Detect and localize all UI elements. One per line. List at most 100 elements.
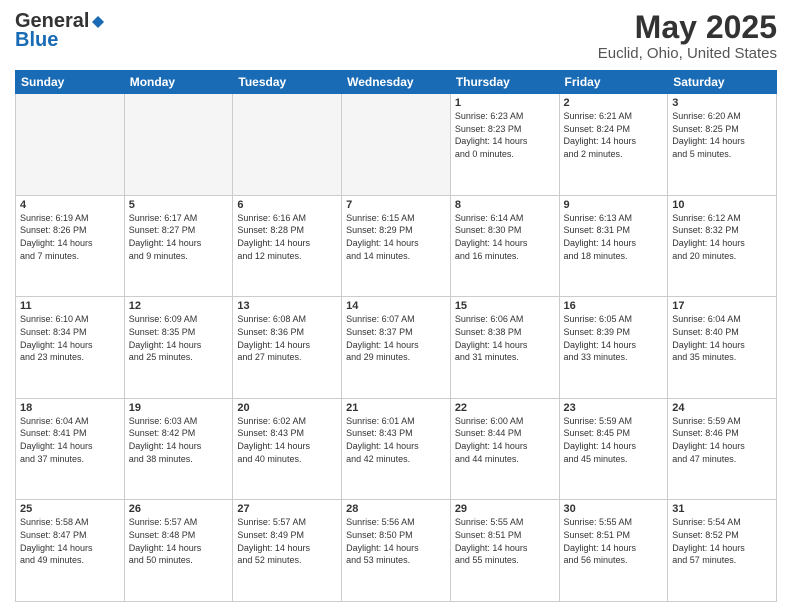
day-info: Sunrise: 6:03 AM Sunset: 8:42 PM Dayligh… (129, 415, 229, 465)
day-number: 26 (129, 503, 229, 515)
day-number: 12 (129, 300, 229, 312)
day-number: 27 (237, 503, 337, 515)
calendar-cell: 11Sunrise: 6:10 AM Sunset: 8:34 PM Dayli… (16, 297, 125, 399)
calendar-cell: 25Sunrise: 5:58 AM Sunset: 8:47 PM Dayli… (16, 500, 125, 602)
day-info: Sunrise: 6:19 AM Sunset: 8:26 PM Dayligh… (20, 212, 120, 262)
calendar-cell (233, 94, 342, 196)
calendar-cell: 30Sunrise: 5:55 AM Sunset: 8:51 PM Dayli… (559, 500, 668, 602)
day-info: Sunrise: 6:02 AM Sunset: 8:43 PM Dayligh… (237, 415, 337, 465)
day-info: Sunrise: 5:55 AM Sunset: 8:51 PM Dayligh… (455, 516, 555, 566)
day-number: 13 (237, 300, 337, 312)
day-number: 16 (564, 300, 664, 312)
day-number: 7 (346, 199, 446, 211)
day-number: 14 (346, 300, 446, 312)
day-info: Sunrise: 5:55 AM Sunset: 8:51 PM Dayligh… (564, 516, 664, 566)
logo: General Blue (15, 10, 107, 52)
day-number: 24 (672, 402, 772, 414)
calendar-cell: 1Sunrise: 6:23 AM Sunset: 8:23 PM Daylig… (450, 94, 559, 196)
day-info: Sunrise: 6:01 AM Sunset: 8:43 PM Dayligh… (346, 415, 446, 465)
day-number: 3 (672, 97, 772, 109)
day-number: 10 (672, 199, 772, 211)
week-row-3: 11Sunrise: 6:10 AM Sunset: 8:34 PM Dayli… (16, 297, 777, 399)
week-row-4: 18Sunrise: 6:04 AM Sunset: 8:41 PM Dayli… (16, 398, 777, 500)
day-number: 8 (455, 199, 555, 211)
col-header-thursday: Thursday (450, 71, 559, 94)
day-info: Sunrise: 6:07 AM Sunset: 8:37 PM Dayligh… (346, 313, 446, 363)
day-info: Sunrise: 5:56 AM Sunset: 8:50 PM Dayligh… (346, 516, 446, 566)
day-info: Sunrise: 5:59 AM Sunset: 8:46 PM Dayligh… (672, 415, 772, 465)
calendar-cell: 17Sunrise: 6:04 AM Sunset: 8:40 PM Dayli… (668, 297, 777, 399)
day-number: 18 (20, 402, 120, 414)
col-header-wednesday: Wednesday (342, 71, 451, 94)
day-number: 2 (564, 97, 664, 109)
calendar-cell: 16Sunrise: 6:05 AM Sunset: 8:39 PM Dayli… (559, 297, 668, 399)
col-header-tuesday: Tuesday (233, 71, 342, 94)
col-header-sunday: Sunday (16, 71, 125, 94)
day-number: 5 (129, 199, 229, 211)
day-info: Sunrise: 5:58 AM Sunset: 8:47 PM Dayligh… (20, 516, 120, 566)
day-info: Sunrise: 6:13 AM Sunset: 8:31 PM Dayligh… (564, 212, 664, 262)
calendar-cell: 9Sunrise: 6:13 AM Sunset: 8:31 PM Daylig… (559, 195, 668, 297)
day-info: Sunrise: 6:21 AM Sunset: 8:24 PM Dayligh… (564, 110, 664, 160)
day-number: 9 (564, 199, 664, 211)
day-number: 19 (129, 402, 229, 414)
day-info: Sunrise: 5:54 AM Sunset: 8:52 PM Dayligh… (672, 516, 772, 566)
day-number: 15 (455, 300, 555, 312)
day-info: Sunrise: 6:12 AM Sunset: 8:32 PM Dayligh… (672, 212, 772, 262)
day-number: 1 (455, 97, 555, 109)
calendar-cell: 7Sunrise: 6:15 AM Sunset: 8:29 PM Daylig… (342, 195, 451, 297)
day-number: 23 (564, 402, 664, 414)
week-row-2: 4Sunrise: 6:19 AM Sunset: 8:26 PM Daylig… (16, 195, 777, 297)
calendar-cell (342, 94, 451, 196)
day-info: Sunrise: 6:10 AM Sunset: 8:34 PM Dayligh… (20, 313, 120, 363)
logo-blue: Blue (15, 29, 58, 52)
calendar-cell: 19Sunrise: 6:03 AM Sunset: 8:42 PM Dayli… (124, 398, 233, 500)
calendar-cell (16, 94, 125, 196)
day-info: Sunrise: 5:57 AM Sunset: 8:49 PM Dayligh… (237, 516, 337, 566)
day-number: 28 (346, 503, 446, 515)
calendar-cell: 3Sunrise: 6:20 AM Sunset: 8:25 PM Daylig… (668, 94, 777, 196)
calendar-cell: 2Sunrise: 6:21 AM Sunset: 8:24 PM Daylig… (559, 94, 668, 196)
day-info: Sunrise: 6:17 AM Sunset: 8:27 PM Dayligh… (129, 212, 229, 262)
calendar-cell: 14Sunrise: 6:07 AM Sunset: 8:37 PM Dayli… (342, 297, 451, 399)
day-info: Sunrise: 6:05 AM Sunset: 8:39 PM Dayligh… (564, 313, 664, 363)
day-info: Sunrise: 6:04 AM Sunset: 8:41 PM Dayligh… (20, 415, 120, 465)
day-info: Sunrise: 6:20 AM Sunset: 8:25 PM Dayligh… (672, 110, 772, 160)
day-info: Sunrise: 6:23 AM Sunset: 8:23 PM Dayligh… (455, 110, 555, 160)
calendar-cell: 8Sunrise: 6:14 AM Sunset: 8:30 PM Daylig… (450, 195, 559, 297)
day-info: Sunrise: 6:00 AM Sunset: 8:44 PM Dayligh… (455, 415, 555, 465)
calendar-cell (124, 94, 233, 196)
col-header-monday: Monday (124, 71, 233, 94)
day-info: Sunrise: 5:59 AM Sunset: 8:45 PM Dayligh… (564, 415, 664, 465)
week-row-5: 25Sunrise: 5:58 AM Sunset: 8:47 PM Dayli… (16, 500, 777, 602)
header: General Blue May 2025 Euclid, Ohio, Unit… (15, 10, 777, 62)
calendar-cell: 20Sunrise: 6:02 AM Sunset: 8:43 PM Dayli… (233, 398, 342, 500)
day-info: Sunrise: 6:14 AM Sunset: 8:30 PM Dayligh… (455, 212, 555, 262)
day-info: Sunrise: 6:08 AM Sunset: 8:36 PM Dayligh… (237, 313, 337, 363)
day-number: 6 (237, 199, 337, 211)
day-number: 31 (672, 503, 772, 515)
day-info: Sunrise: 6:16 AM Sunset: 8:28 PM Dayligh… (237, 212, 337, 262)
calendar-cell: 26Sunrise: 5:57 AM Sunset: 8:48 PM Dayli… (124, 500, 233, 602)
title-block: May 2025 Euclid, Ohio, United States (598, 10, 777, 62)
day-number: 20 (237, 402, 337, 414)
calendar-cell: 6Sunrise: 6:16 AM Sunset: 8:28 PM Daylig… (233, 195, 342, 297)
day-number: 21 (346, 402, 446, 414)
day-number: 22 (455, 402, 555, 414)
calendar-cell: 22Sunrise: 6:00 AM Sunset: 8:44 PM Dayli… (450, 398, 559, 500)
day-info: Sunrise: 5:57 AM Sunset: 8:48 PM Dayligh… (129, 516, 229, 566)
day-number: 11 (20, 300, 120, 312)
day-number: 29 (455, 503, 555, 515)
calendar-cell: 27Sunrise: 5:57 AM Sunset: 8:49 PM Dayli… (233, 500, 342, 602)
calendar-cell: 4Sunrise: 6:19 AM Sunset: 8:26 PM Daylig… (16, 195, 125, 297)
day-info: Sunrise: 6:04 AM Sunset: 8:40 PM Dayligh… (672, 313, 772, 363)
day-number: 25 (20, 503, 120, 515)
day-number: 17 (672, 300, 772, 312)
calendar-cell: 13Sunrise: 6:08 AM Sunset: 8:36 PM Dayli… (233, 297, 342, 399)
logo-icon (90, 14, 106, 30)
calendar-cell: 29Sunrise: 5:55 AM Sunset: 8:51 PM Dayli… (450, 500, 559, 602)
calendar-cell: 23Sunrise: 5:59 AM Sunset: 8:45 PM Dayli… (559, 398, 668, 500)
day-info: Sunrise: 6:09 AM Sunset: 8:35 PM Dayligh… (129, 313, 229, 363)
calendar-cell: 15Sunrise: 6:06 AM Sunset: 8:38 PM Dayli… (450, 297, 559, 399)
calendar-table: SundayMondayTuesdayWednesdayThursdayFrid… (15, 70, 777, 602)
